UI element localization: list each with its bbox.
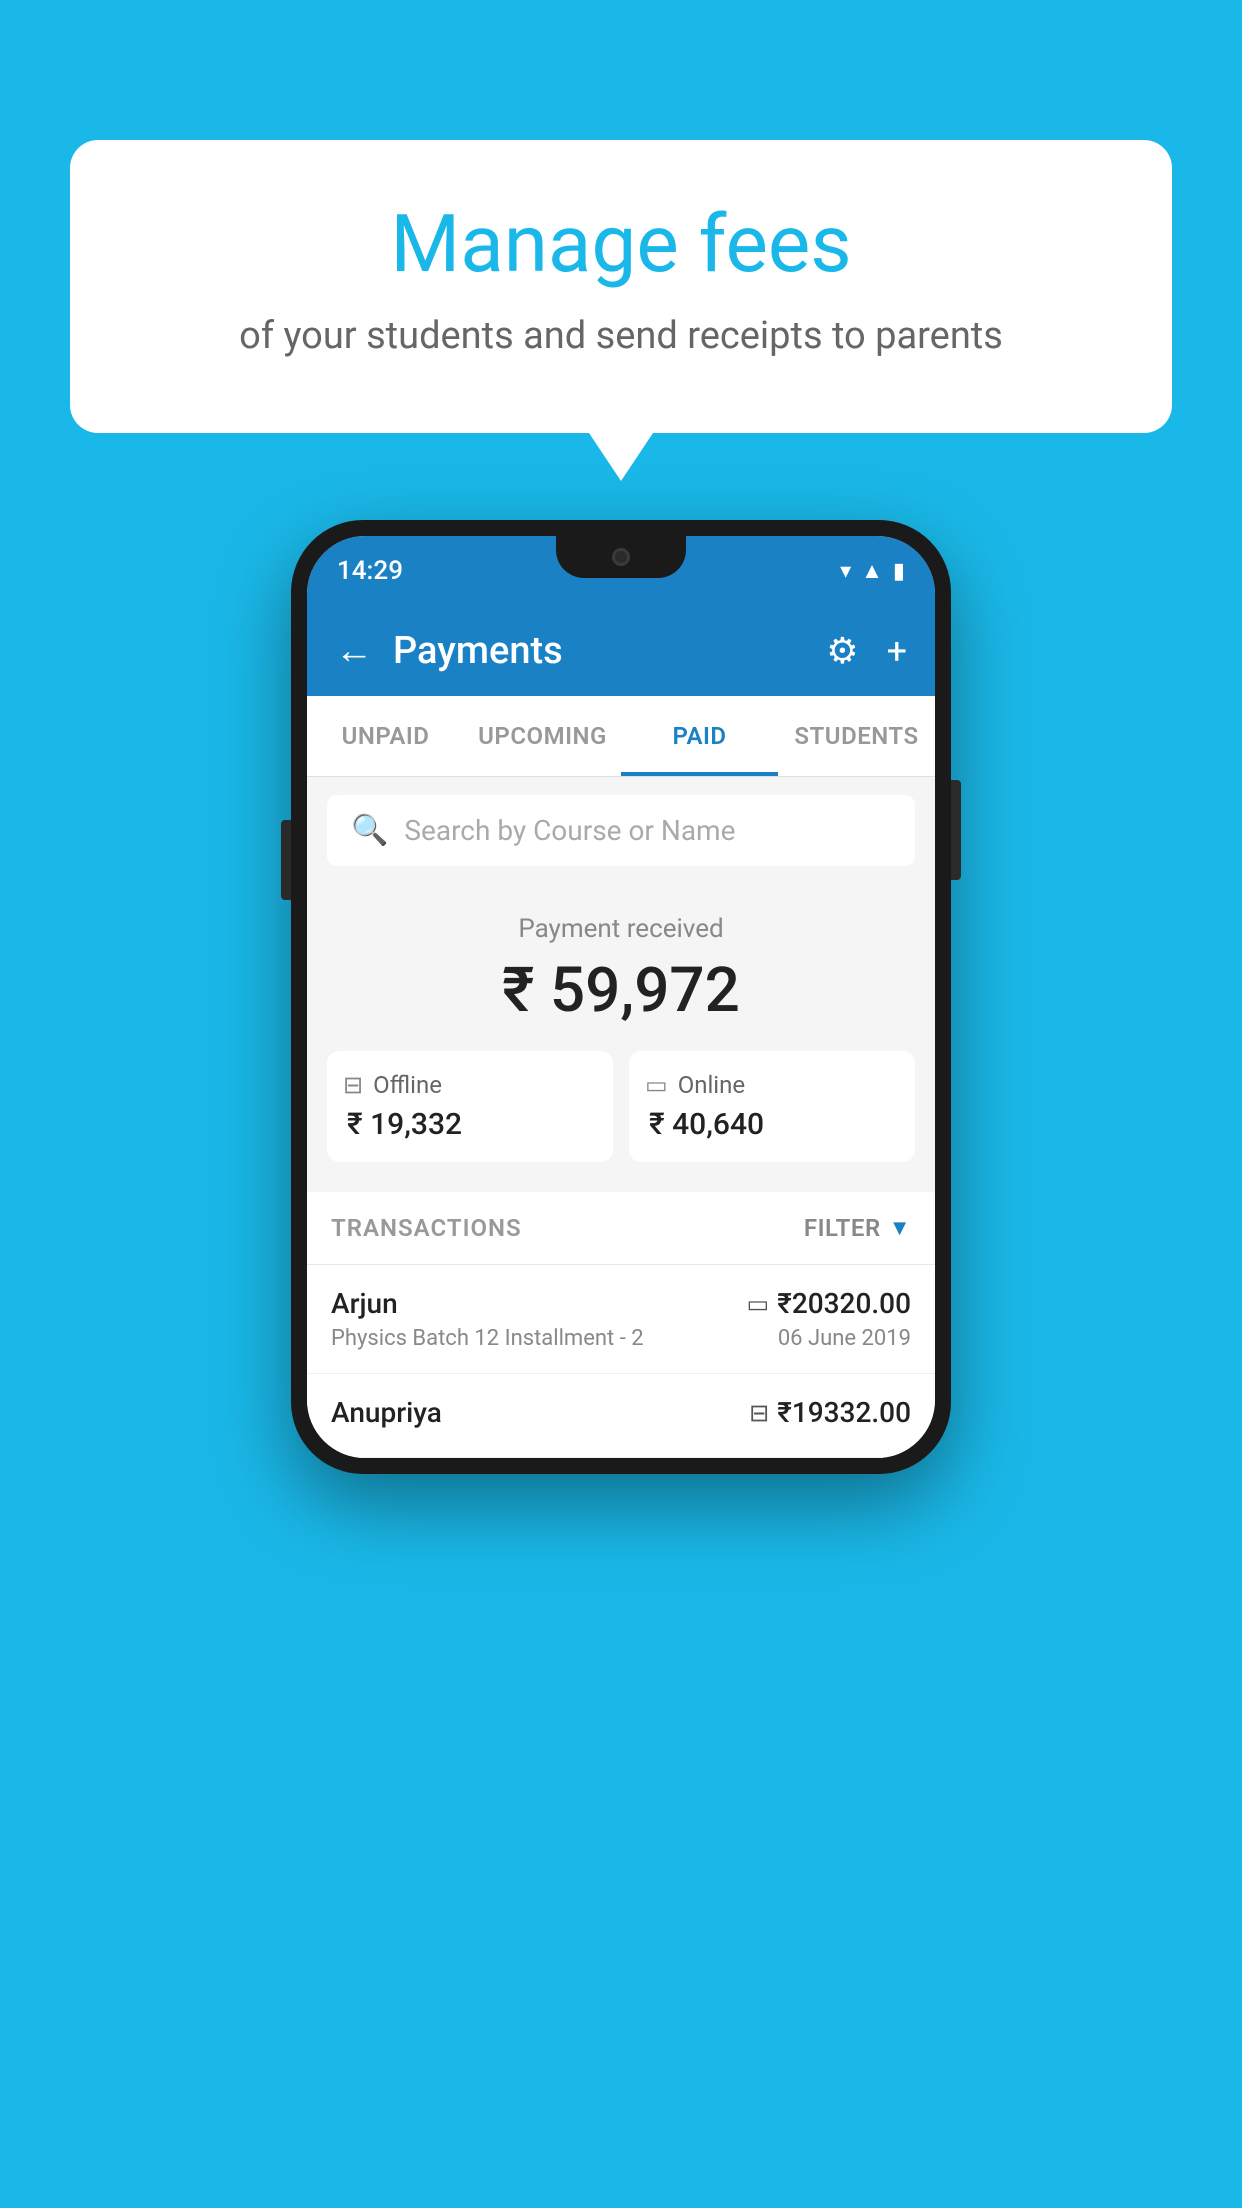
tab-students[interactable]: STUDENTS	[778, 696, 935, 776]
phone-wrapper: 14:29 ▾ ▲ ▮ ← Payments ⚙ +	[291, 520, 951, 1474]
transaction-top: Arjun ▭ ₹20320.00	[331, 1287, 911, 1320]
online-icon: ▭	[645, 1071, 668, 1099]
notch	[556, 536, 686, 578]
header-left: ← Payments	[335, 629, 563, 673]
background: Manage fees of your students and send re…	[0, 0, 1242, 2208]
signal-icon: ▲	[861, 558, 883, 584]
online-card: ▭ Online ₹ 40,640	[629, 1051, 915, 1162]
search-container: 🔍 Search by Course or Name	[307, 777, 935, 884]
transaction-date: 06 June 2019	[778, 1326, 911, 1351]
search-icon: 🔍	[351, 813, 388, 848]
battery-icon: ▮	[893, 559, 905, 584]
notch-camera	[612, 548, 630, 566]
phone-inner: 14:29 ▾ ▲ ▮ ← Payments ⚙ +	[307, 536, 935, 1458]
tab-paid[interactable]: PAID	[621, 696, 778, 776]
payment-label: Payment received	[327, 914, 915, 944]
transaction-bottom: Physics Batch 12 Installment - 2 06 June…	[331, 1326, 911, 1351]
header-title: Payments	[393, 629, 563, 673]
transaction-name: Anupriya	[331, 1396, 442, 1429]
transactions-label: TRANSACTIONS	[331, 1214, 522, 1242]
transactions-header: TRANSACTIONS FILTER ▼	[307, 1192, 935, 1265]
tab-unpaid[interactable]: UNPAID	[307, 696, 464, 776]
speech-bubble: Manage fees of your students and send re…	[70, 140, 1172, 433]
offline-amount: ₹ 19,332	[343, 1107, 462, 1142]
filter-icon: ▼	[889, 1215, 911, 1241]
filter-button[interactable]: FILTER ▼	[804, 1214, 911, 1242]
card-payment-icon: ▭	[747, 1290, 770, 1318]
cash-payment-icon: ⊟	[749, 1399, 769, 1427]
bubble-subtitle: of your students and send receipts to pa…	[150, 310, 1092, 363]
transaction-row[interactable]: Arjun ▭ ₹20320.00 Physics Batch 12 Insta…	[307, 1265, 935, 1374]
search-placeholder: Search by Course or Name	[404, 814, 735, 847]
transaction-name: Arjun	[331, 1287, 398, 1320]
transaction-desc: Physics Batch 12 Installment - 2	[331, 1326, 644, 1351]
online-amount: ₹ 40,640	[645, 1107, 764, 1142]
online-label: Online	[678, 1071, 745, 1099]
tab-upcoming[interactable]: UPCOMING	[464, 696, 621, 776]
transaction-amount-row: ▭ ₹20320.00	[747, 1287, 911, 1320]
back-button[interactable]: ←	[335, 629, 373, 673]
offline-label: Offline	[373, 1071, 442, 1099]
header-right: ⚙ +	[826, 630, 907, 672]
transaction-amount-row: ⊟ ₹19332.00	[749, 1396, 911, 1429]
payment-summary: Payment received ₹ 59,972 ⊟ Offline ₹ 19…	[307, 884, 935, 1192]
transaction-top: Anupriya ⊟ ₹19332.00	[331, 1396, 911, 1429]
settings-icon[interactable]: ⚙	[826, 630, 858, 672]
transaction-row[interactable]: Anupriya ⊟ ₹19332.00	[307, 1374, 935, 1458]
speech-bubble-container: Manage fees of your students and send re…	[70, 140, 1172, 433]
wifi-icon: ▾	[840, 559, 851, 584]
search-bar[interactable]: 🔍 Search by Course or Name	[327, 795, 915, 866]
tabs-container: UNPAID UPCOMING PAID STUDENTS	[307, 696, 935, 777]
payment-amount: ₹ 59,972	[327, 954, 915, 1027]
status-time: 14:29	[337, 556, 403, 586]
offline-card-header: ⊟ Offline	[343, 1071, 442, 1099]
bubble-title: Manage fees	[150, 200, 1092, 288]
transaction-amount: ₹19332.00	[777, 1396, 911, 1429]
filter-label: FILTER	[804, 1214, 881, 1242]
transaction-amount: ₹20320.00	[777, 1287, 911, 1320]
offline-card: ⊟ Offline ₹ 19,332	[327, 1051, 613, 1162]
online-card-header: ▭ Online	[645, 1071, 745, 1099]
status-bar: 14:29 ▾ ▲ ▮	[307, 536, 935, 606]
payment-cards: ⊟ Offline ₹ 19,332 ▭ Online ₹ 40,640	[327, 1051, 915, 1162]
offline-icon: ⊟	[343, 1071, 363, 1099]
phone-outer: 14:29 ▾ ▲ ▮ ← Payments ⚙ +	[291, 520, 951, 1474]
status-icons: ▾ ▲ ▮	[840, 558, 905, 584]
add-icon[interactable]: +	[887, 630, 907, 672]
app-header: ← Payments ⚙ +	[307, 606, 935, 696]
